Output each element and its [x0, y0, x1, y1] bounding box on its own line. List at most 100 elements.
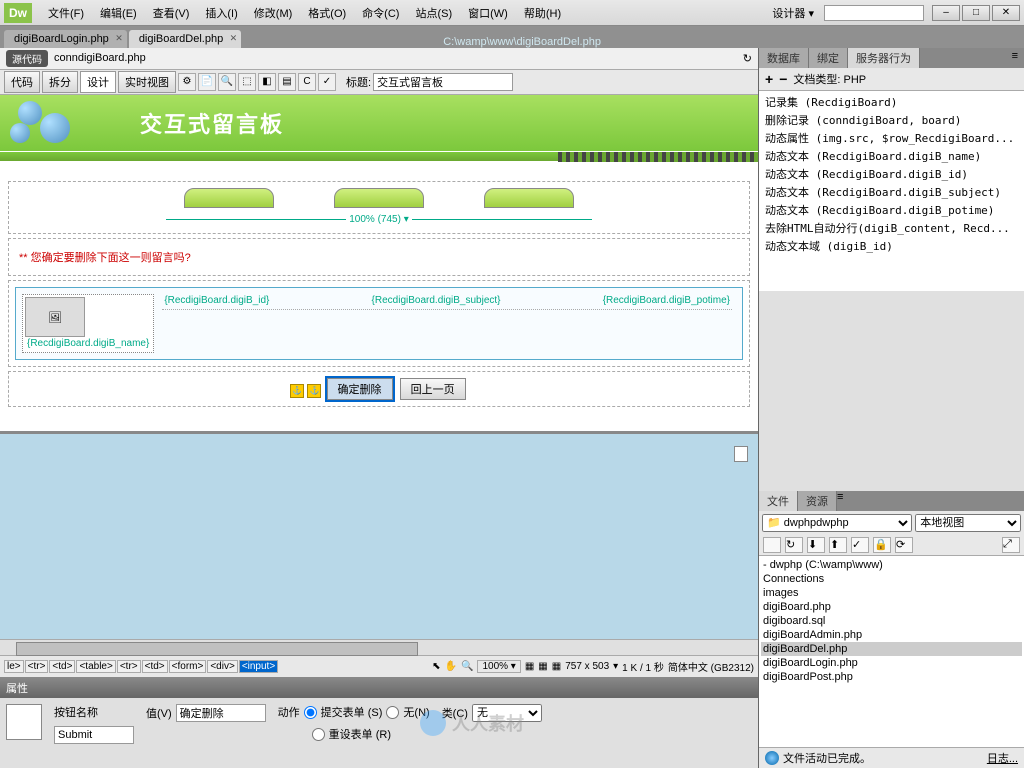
behavior-item[interactable]: 动态文本域 (digiB_id)	[761, 237, 1022, 255]
remove-behavior-button[interactable]: −	[779, 71, 787, 87]
behavior-item[interactable]: 动态文本 (RecdigiBoard.digiB_id)	[761, 165, 1022, 183]
tab-del[interactable]: digiBoardDel.php✕	[129, 30, 241, 48]
tag-selector[interactable]: le><tr><td><table><tr><td><form><div><in…	[4, 661, 279, 672]
behavior-item[interactable]: 动态文本 (RecdigiBoard.digiB_potime)	[761, 201, 1022, 219]
behaviors-list[interactable]: 记录集 (RecdigiBoard) 删除记录 (conndigiBoard, …	[759, 91, 1024, 291]
hidden-field-icon[interactable]: ⚓	[307, 384, 321, 398]
workspace-switcher[interactable]: 设计器 ▾	[762, 5, 824, 21]
zoom-select[interactable]: 100% ▾	[477, 660, 520, 673]
close-icon[interactable]: ✕	[115, 33, 123, 44]
menu-help[interactable]: 帮助(H)	[516, 5, 569, 21]
tab-server-behaviors[interactable]: 服务器行为	[848, 48, 920, 68]
hidden-field-icon[interactable]: ⚓	[290, 384, 304, 398]
menu-window[interactable]: 窗口(W)	[460, 5, 516, 21]
close-button[interactable]: ✕	[992, 5, 1020, 21]
document-icon[interactable]	[734, 446, 748, 462]
value-input[interactable]	[176, 704, 266, 722]
tab-bindings[interactable]: 绑定	[809, 48, 848, 68]
panel-menu-icon[interactable]: ≡	[1006, 48, 1024, 68]
menu-file[interactable]: 文件(F)	[40, 5, 92, 21]
related-file[interactable]: conndigiBoard.php	[54, 52, 146, 64]
pointer-icon[interactable]: ⬉	[432, 661, 440, 672]
refresh-icon[interactable]: ↻	[785, 537, 803, 553]
put-icon[interactable]: ⬆	[829, 537, 847, 553]
close-icon[interactable]: ✕	[230, 33, 238, 44]
tree-item[interactable]: - dwphp (C:\wamp\www)	[761, 558, 1022, 572]
menu-modify[interactable]: 修改(M)	[246, 5, 301, 21]
menu-view[interactable]: 查看(V)	[145, 5, 198, 21]
tree-item[interactable]: digiBoardAdmin.php	[761, 628, 1022, 642]
tree-item[interactable]: Connections	[761, 572, 1022, 586]
tree-item[interactable]: images	[761, 586, 1022, 600]
tab-database[interactable]: 数据库	[759, 48, 809, 68]
tool-icon[interactable]: ⬚	[238, 73, 256, 91]
tree-item[interactable]: digiBoardLogin.php	[761, 656, 1022, 670]
hand-icon[interactable]: ✋	[445, 661, 457, 672]
tree-item[interactable]: digiboard.sql	[761, 614, 1022, 628]
checkout-icon[interactable]: ✓	[851, 537, 869, 553]
file-tree[interactable]: - dwphp (C:\wamp\www) Connections images…	[759, 556, 1024, 747]
code-pane[interactable]	[0, 442, 758, 640]
properties-header[interactable]: 属性	[0, 678, 758, 698]
view-select[interactable]: 本地视图	[915, 514, 1021, 532]
tool-icon[interactable]: ◧	[258, 73, 276, 91]
tree-item[interactable]: digiBoardPost.php	[761, 670, 1022, 684]
get-icon[interactable]: ⬇	[807, 537, 825, 553]
tool-icon[interactable]: ▤	[278, 73, 296, 91]
behavior-item[interactable]: 去除HTML自动分行(digiB_content, Recd...	[761, 219, 1022, 237]
globe-icon[interactable]	[765, 751, 779, 765]
menu-site[interactable]: 站点(S)	[407, 5, 460, 21]
sync-icon[interactable]: ⟳	[895, 537, 913, 553]
behavior-item[interactable]: 动态文本 (RecdigiBoard.digiB_name)	[761, 147, 1022, 165]
submit-form-radio[interactable]	[304, 706, 317, 719]
button-name-input[interactable]	[54, 726, 134, 744]
back-button[interactable]: 回上一页	[400, 378, 466, 400]
site-select[interactable]: 📁 dwphpdwphp	[762, 514, 912, 532]
tab-files[interactable]: 文件	[759, 491, 798, 511]
menu-format[interactable]: 格式(O)	[300, 5, 354, 21]
tree-item[interactable]: digiBoard.php	[761, 600, 1022, 614]
expand-icon[interactable]: ⤢	[1002, 537, 1020, 553]
nav-tab[interactable]	[334, 188, 424, 208]
reset-form-radio[interactable]	[312, 728, 325, 741]
title-input[interactable]	[373, 73, 513, 91]
code-view-button[interactable]: 代码	[4, 71, 40, 93]
live-view-button[interactable]: 实时视图	[118, 71, 176, 93]
none-radio[interactable]	[386, 706, 399, 719]
split-view-button[interactable]: 拆分	[42, 71, 78, 93]
design-view-button[interactable]: 设计	[80, 71, 116, 93]
add-behavior-button[interactable]: +	[765, 71, 773, 87]
behavior-item[interactable]: 记录集 (RecdigiBoard)	[761, 93, 1022, 111]
refresh-icon[interactable]: ↻	[743, 52, 752, 65]
behavior-item[interactable]: 删除记录 (conndigiBoard, board)	[761, 111, 1022, 129]
nav-tab[interactable]	[184, 188, 274, 208]
horizontal-scrollbar[interactable]	[0, 639, 758, 655]
design-surface[interactable]: 交互式留言板 100% (745) ▾ ** 您确定要删除下面这一则留言吗?	[0, 95, 758, 431]
tool-icon[interactable]: 🔍	[218, 73, 236, 91]
source-badge[interactable]: 源代码	[6, 50, 48, 67]
panel-menu-icon[interactable]: ≡	[837, 491, 843, 511]
zoom-icon[interactable]: 🔍	[461, 661, 473, 672]
menu-command[interactable]: 命令(C)	[354, 5, 407, 21]
nav-tab[interactable]	[484, 188, 574, 208]
behavior-item[interactable]: 动态文本 (RecdigiBoard.digiB_subject)	[761, 183, 1022, 201]
tree-item[interactable]: digiBoardDel.php	[761, 642, 1022, 656]
dimensions[interactable]: 757 x 503	[565, 661, 609, 672]
menu-edit[interactable]: 编辑(E)	[92, 5, 145, 21]
behavior-item[interactable]: 动态属性 (img.src, $row_RecdigiBoard...	[761, 129, 1022, 147]
checkin-icon[interactable]: 🔒	[873, 537, 891, 553]
split-bar[interactable]	[0, 432, 758, 442]
tool-icon[interactable]: C	[298, 73, 316, 91]
tool-icon[interactable]: ✓	[318, 73, 336, 91]
maximize-button[interactable]: □	[962, 5, 990, 21]
confirm-delete-button[interactable]: 确定删除	[327, 378, 393, 400]
search-input[interactable]	[824, 5, 924, 21]
tool-icon[interactable]: 📄	[198, 73, 216, 91]
tab-assets[interactable]: 资源	[798, 491, 837, 511]
tab-login[interactable]: digiBoardLogin.php✕	[4, 30, 127, 48]
log-link[interactable]: 日志...	[987, 750, 1018, 766]
menu-insert[interactable]: 插入(I)	[197, 5, 245, 21]
connect-icon[interactable]	[763, 537, 781, 553]
tool-icon[interactable]: ⚙	[178, 73, 196, 91]
minimize-button[interactable]: –	[932, 5, 960, 21]
